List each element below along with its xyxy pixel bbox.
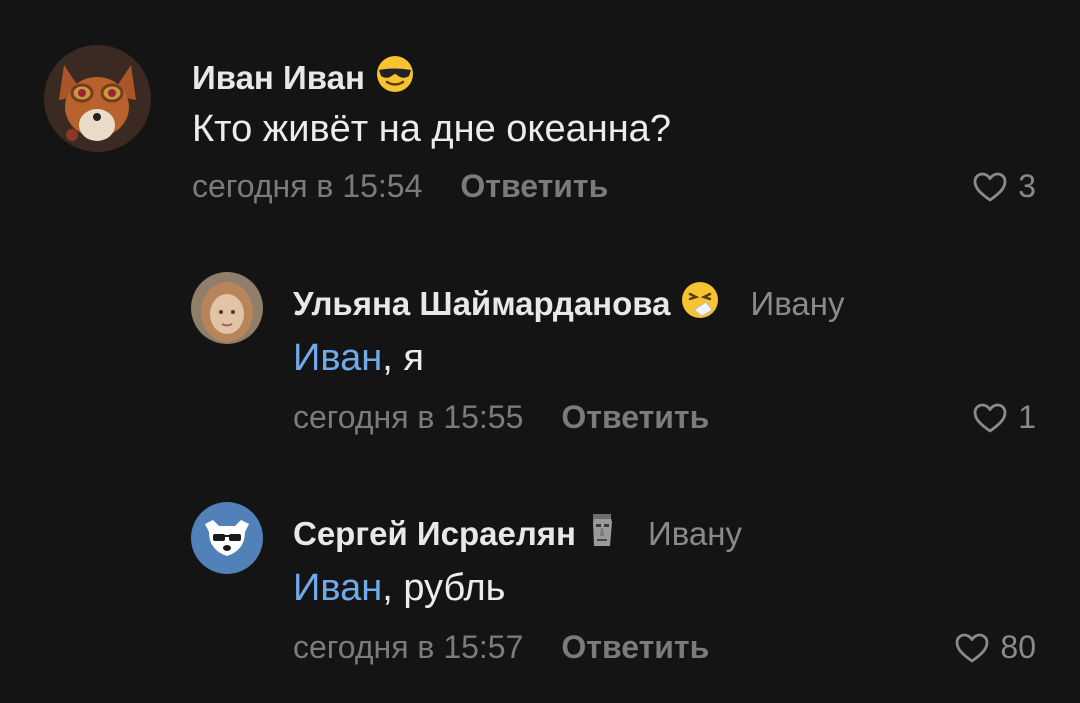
vk-dog-avatar-icon (191, 502, 263, 574)
heart-icon (956, 633, 989, 662)
author-name[interactable]: Иван Иван (192, 54, 415, 102)
comment-text-body: , рубль (382, 567, 506, 609)
timestamp: сегодня в 15:57 (293, 629, 524, 665)
comment-text-body: Кто живёт на дне океанна? (192, 108, 671, 150)
timestamp: сегодня в 15:54 (192, 168, 423, 204)
like-button[interactable]: 3 (972, 168, 1036, 205)
comment-meta: сегодня в 15:54 Ответить (192, 168, 608, 205)
comment-text: Иван, рубль (293, 567, 505, 610)
like-count: 1 (1018, 399, 1036, 435)
sneezing-face-emoji-icon (680, 280, 720, 328)
comment-meta: сегодня в 15:55 Ответить (293, 399, 709, 436)
reply-button[interactable]: Ответить (561, 629, 709, 666)
reply-button[interactable]: Ответить (561, 399, 709, 436)
comment-text: Иван, я (293, 337, 424, 380)
heart-icon (973, 172, 1007, 201)
like-count: 3 (1018, 168, 1036, 204)
avatar-fox[interactable] (44, 45, 151, 152)
author-name-text[interactable]: Ульяна Шаймарданова (293, 285, 670, 323)
girl-avatar-icon (191, 272, 263, 344)
timestamp: сегодня в 15:55 (293, 399, 524, 435)
reply-button[interactable]: Ответить (460, 168, 608, 205)
author-name[interactable]: Ульяна Шаймарданова Ивану (293, 280, 844, 328)
comment-meta: сегодня в 15:57 Ответить (293, 629, 709, 666)
reply-to-label[interactable]: Ивану (750, 285, 844, 323)
comment-text-body: , я (382, 337, 424, 379)
mention-link[interactable]: Иван (293, 337, 382, 379)
heart-icon (973, 403, 1007, 432)
mention-link[interactable]: Иван (293, 567, 382, 609)
author-name-text[interactable]: Сергей Исраелян (293, 515, 576, 553)
moai-emoji-icon (586, 510, 618, 558)
reply-to-label[interactable]: Ивану (648, 515, 742, 553)
fox-avatar-icon (44, 45, 151, 152)
author-name[interactable]: Сергей Исраелян Ивану (293, 510, 742, 558)
like-count: 80 (1000, 629, 1036, 665)
like-button[interactable]: 1 (972, 399, 1036, 436)
comment-text: Кто живёт на дне океанна? (192, 108, 671, 151)
like-button[interactable]: 80 (954, 629, 1036, 666)
avatar-vk-dog[interactable] (191, 502, 263, 574)
sunglasses-emoji-icon (375, 54, 415, 102)
author-name-text[interactable]: Иван Иван (192, 59, 365, 97)
avatar-girl[interactable] (191, 272, 263, 344)
